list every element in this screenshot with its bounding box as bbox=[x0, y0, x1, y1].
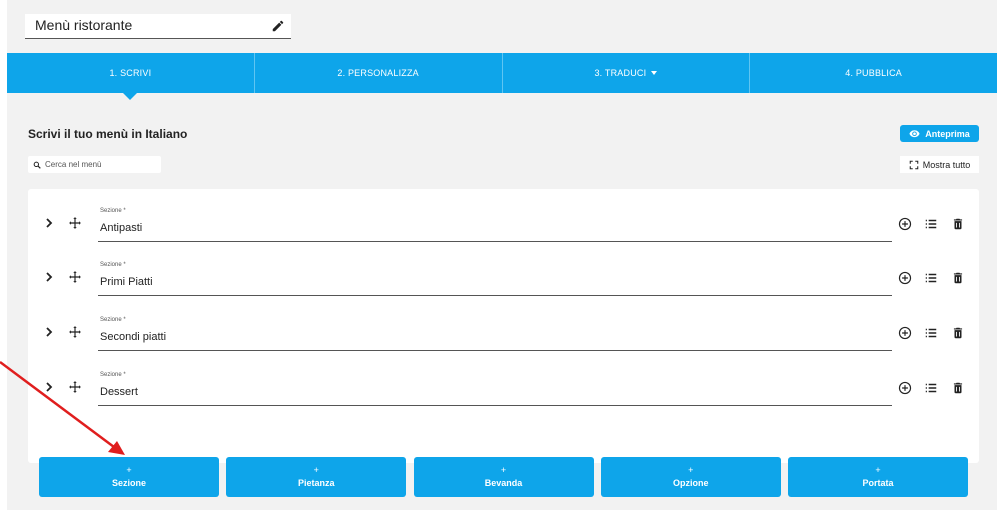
list-icon[interactable] bbox=[924, 381, 938, 395]
chevron-right-icon[interactable] bbox=[44, 271, 54, 283]
step-write[interactable]: 1. SCRIVI bbox=[7, 53, 255, 100]
editor-heading: Scrivi il tuo menù in Italiano bbox=[28, 127, 188, 141]
move-icon[interactable] bbox=[68, 325, 82, 339]
chevron-right-icon[interactable] bbox=[44, 381, 54, 393]
step-label: 4. PUBBLICA bbox=[845, 68, 902, 78]
move-icon[interactable] bbox=[68, 270, 82, 284]
section-field-value: Dessert bbox=[100, 386, 138, 398]
step-translate[interactable]: 3. TRADUCI bbox=[503, 53, 751, 93]
menu-title-field[interactable]: Menù ristorante bbox=[25, 14, 291, 39]
section-field-label: Sezione * bbox=[100, 262, 126, 268]
add-section-button[interactable]: + Sezione bbox=[39, 457, 219, 497]
section-field-value: Antipasti bbox=[100, 222, 143, 234]
show-all-button[interactable]: Mostra tutto bbox=[900, 156, 979, 173]
section-field-label: Sezione * bbox=[100, 317, 126, 323]
section-field-value: Primi Piatti bbox=[100, 276, 153, 288]
plus-icon: + bbox=[875, 465, 881, 476]
plus-icon: + bbox=[688, 465, 694, 476]
preview-label: Anteprima bbox=[925, 128, 970, 139]
add-buttons-bar: + Sezione + Pietanza + Bevanda + Opzione… bbox=[39, 457, 968, 497]
add-button-label: Bevanda bbox=[484, 478, 523, 488]
section-field[interactable]: Sezione * Antipasti bbox=[98, 208, 892, 242]
move-icon[interactable] bbox=[68, 216, 82, 230]
chevron-right-icon[interactable] bbox=[44, 326, 54, 338]
add-button-label: Opzione bbox=[673, 478, 709, 488]
trash-icon[interactable] bbox=[951, 326, 965, 340]
preview-button[interactable]: Anteprima bbox=[900, 125, 979, 142]
fullscreen-icon bbox=[909, 160, 919, 169]
step-label: 2. PERSONALIZZA bbox=[337, 68, 419, 78]
add-dish-button[interactable]: + Pietanza bbox=[226, 457, 407, 497]
step-label: 1. SCRIVI bbox=[109, 68, 152, 78]
trash-icon[interactable] bbox=[951, 271, 965, 285]
add-circle-icon[interactable] bbox=[898, 381, 912, 395]
add-circle-icon[interactable] bbox=[898, 217, 912, 231]
eye-icon bbox=[909, 130, 920, 138]
search-input[interactable] bbox=[45, 160, 155, 169]
add-circle-icon[interactable] bbox=[898, 271, 912, 285]
add-button-label: Sezione bbox=[111, 478, 146, 488]
wizard-steps: 1. SCRIVI 2. PERSONALIZZA 3. TRADUCI 4. … bbox=[7, 53, 997, 100]
step-customize[interactable]: 2. PERSONALIZZA bbox=[255, 53, 503, 93]
add-course-button[interactable]: + Portata bbox=[788, 457, 968, 497]
add-drink-button[interactable]: + Bevanda bbox=[413, 457, 594, 497]
pencil-icon[interactable] bbox=[271, 19, 285, 33]
caret-down-icon bbox=[651, 71, 658, 75]
section-row: Sezione * Dessert bbox=[28, 364, 979, 410]
section-row: Sezione * Secondi piatti bbox=[28, 309, 979, 355]
list-icon[interactable] bbox=[924, 326, 938, 340]
step-publish[interactable]: 4. PUBBLICA bbox=[750, 53, 997, 93]
section-row: Sezione * Antipasti bbox=[28, 200, 979, 246]
plus-icon: + bbox=[500, 465, 507, 476]
chevron-right-icon[interactable] bbox=[44, 217, 54, 229]
trash-icon[interactable] bbox=[951, 217, 965, 231]
plus-icon: + bbox=[313, 465, 319, 476]
search-icon bbox=[33, 161, 41, 169]
step-label: 3. TRADUCI bbox=[594, 68, 647, 78]
trash-icon[interactable] bbox=[951, 381, 965, 395]
add-circle-icon[interactable] bbox=[898, 326, 912, 340]
section-field[interactable]: Sezione * Dessert bbox=[98, 372, 892, 406]
section-row: Sezione * Primi Piatti bbox=[28, 254, 979, 300]
list-icon[interactable] bbox=[924, 217, 938, 231]
show-all-label: Mostra tutto bbox=[922, 159, 971, 170]
list-icon[interactable] bbox=[924, 271, 938, 285]
move-icon[interactable] bbox=[68, 380, 82, 394]
add-button-label: Pietanza bbox=[297, 478, 335, 488]
add-option-button[interactable]: + Opzione bbox=[600, 457, 781, 497]
search-box[interactable] bbox=[28, 156, 161, 173]
plus-icon: + bbox=[126, 465, 132, 476]
section-field-label: Sezione * bbox=[100, 372, 126, 378]
section-field[interactable]: Sezione * Primi Piatti bbox=[98, 262, 892, 296]
menu-title: Menù ristorante bbox=[35, 17, 133, 33]
section-field[interactable]: Sezione * Secondi piatti bbox=[98, 317, 892, 351]
section-field-label: Sezione * bbox=[100, 208, 126, 214]
section-field-value: Secondi piatti bbox=[100, 331, 167, 343]
add-button-label: Portata bbox=[862, 478, 894, 488]
sections-card: Sezione * Antipasti Sezione * Primi Piat… bbox=[28, 189, 979, 463]
